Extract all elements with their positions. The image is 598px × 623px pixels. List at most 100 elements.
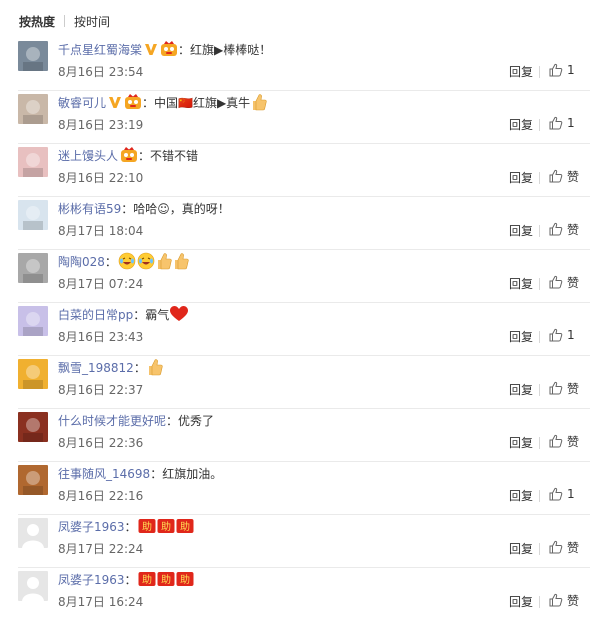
comment-content: 陶陶028：	[58, 251, 189, 271]
avatar[interactable]	[18, 465, 48, 495]
username-link[interactable]: 飘雪_198812	[58, 359, 134, 376]
action-divider	[539, 490, 540, 502]
comment-time: 8月17日 22:24	[58, 542, 144, 556]
comment-text: ：红旗加油。	[150, 466, 223, 481]
comment-item: 往事随风_14698 ：红旗加油。 8月16日 22:16 回复 1	[18, 462, 590, 515]
username-link[interactable]: 什么时候才能更好呢	[58, 412, 166, 429]
comment-content: 敏睿可儿 ：中国🇨🇳红旗▶真牛	[58, 92, 267, 112]
thumbs-up-icon	[549, 540, 567, 554]
like-button[interactable]: 赞	[549, 590, 579, 610]
reply-button[interactable]: 回复	[509, 381, 533, 398]
thumbs-up-icon	[549, 63, 567, 77]
like-button[interactable]: 赞	[549, 431, 579, 451]
svg-text:助: 助	[180, 520, 190, 533]
reply-button[interactable]: 回复	[509, 275, 533, 292]
thumbs-up-icon	[549, 593, 567, 607]
comment-item: 白菜的日常pp ：霸气 8月16日 23:43 回复 1	[18, 303, 590, 356]
reply-button[interactable]: 回复	[509, 328, 533, 345]
reply-button[interactable]: 回复	[509, 222, 533, 239]
thumbs-up-icon	[549, 487, 567, 501]
thumb-emoji-icon	[251, 93, 267, 111]
action-divider	[539, 225, 540, 237]
svg-text:助: 助	[161, 573, 171, 586]
like-count: 1	[567, 487, 575, 501]
comment-content: 什么时候才能更好呢 ：优秀了	[58, 410, 214, 430]
comment-time: 8月17日 16:24	[58, 595, 144, 609]
action-divider	[539, 278, 540, 290]
sort-bar: 按热度 按时间	[0, 0, 598, 38]
like-count: 1	[567, 328, 575, 342]
like-button[interactable]: 1	[549, 60, 575, 80]
like-count: 赞	[567, 593, 580, 608]
avatar[interactable]	[18, 200, 48, 230]
avatar[interactable]	[18, 306, 48, 336]
username-link[interactable]: 凤婆子1963	[58, 518, 125, 535]
sort-by-time-tab[interactable]: 按时间	[74, 13, 110, 30]
action-divider	[539, 543, 540, 555]
like-button[interactable]: 赞	[549, 378, 579, 398]
thumbs-up-icon	[549, 275, 567, 289]
thumbs-up-icon	[549, 328, 567, 342]
like-count: 赞	[567, 540, 580, 555]
like-button[interactable]: 赞	[549, 219, 579, 239]
reply-button[interactable]: 回复	[509, 116, 533, 133]
avatar[interactable]	[18, 412, 48, 442]
comment-time: 8月17日 18:04	[58, 224, 144, 238]
comment-text: ：	[133, 360, 146, 375]
username-link[interactable]: 凤婆子1963	[58, 571, 125, 588]
comment-list: 千点星红蜀海棠 ：红旗▶棒棒哒！ 8月16日 23:54 回复 1 敏睿可儿 ：中国🇨🇳红旗…	[0, 38, 598, 621]
comment-content: 迷上馒头人 ：不错不错	[58, 145, 198, 165]
comment-content: 凤婆子1963：助助助	[58, 516, 194, 536]
comment-text: ：	[124, 572, 137, 587]
comment-item: 凤婆子1963：助助助 8月17日 16:24 回复赞	[18, 568, 590, 621]
comment-time: 8月16日 23:54	[58, 65, 144, 79]
action-divider	[539, 331, 540, 343]
avatar[interactable]	[18, 147, 48, 177]
username-link[interactable]: 千点星红蜀海棠	[58, 41, 142, 58]
username-link[interactable]: 陶陶028	[58, 253, 105, 270]
comment-item: 敏睿可儿 ：中国🇨🇳红旗▶真牛 8月16日 23:19 回复 1	[18, 91, 590, 144]
like-count: 1	[567, 116, 575, 130]
username-link[interactable]: 敏睿可儿	[58, 94, 106, 111]
like-button[interactable]: 赞	[549, 166, 579, 186]
vip-fan-icon	[120, 147, 138, 163]
vip-fan-icon	[124, 94, 142, 110]
reply-button[interactable]: 回复	[509, 593, 533, 610]
sort-by-hot-tab[interactable]: 按热度	[19, 13, 55, 30]
like-button[interactable]: 1	[549, 113, 575, 133]
thumb-emoji-icon	[147, 358, 163, 376]
comment-content: 飘雪_198812：	[58, 357, 163, 377]
avatar[interactable]	[18, 571, 48, 601]
avatar[interactable]	[18, 359, 48, 389]
avatar[interactable]	[18, 518, 48, 548]
like-button[interactable]: 1	[549, 484, 575, 504]
reply-button[interactable]: 回复	[509, 63, 533, 80]
username-link[interactable]: 迷上馒头人	[58, 147, 118, 164]
reply-button[interactable]: 回复	[509, 540, 533, 557]
avatar[interactable]	[18, 253, 48, 283]
comment-text: ：中国🇨🇳红旗▶真牛	[142, 95, 251, 110]
username-link[interactable]: 往事随风_14698	[58, 465, 150, 482]
username-link[interactable]: 彬彬有语59	[58, 200, 121, 217]
avatar[interactable]	[18, 94, 48, 124]
thumb-emoji-icon	[173, 252, 189, 270]
comment-time: 8月16日 22:10	[58, 171, 144, 185]
action-divider	[539, 119, 540, 131]
like-button[interactable]: 赞	[549, 537, 579, 557]
reply-button[interactable]: 回复	[509, 434, 533, 451]
verified-v-icon	[108, 95, 122, 109]
reply-button[interactable]: 回复	[509, 487, 533, 504]
stamp-emoji-icon: 助	[138, 571, 156, 587]
like-count: 赞	[567, 381, 580, 396]
username-link[interactable]: 白菜的日常pp	[58, 306, 133, 323]
like-button[interactable]: 赞	[549, 272, 579, 292]
reply-button[interactable]: 回复	[509, 169, 533, 186]
comment-time: 8月16日 22:37	[58, 383, 144, 397]
avatar[interactable]	[18, 41, 48, 71]
comment-content: 凤婆子1963：助助助	[58, 569, 194, 589]
stamp-emoji-icon: 助	[138, 518, 156, 534]
stamp-emoji-icon: 助	[176, 571, 194, 587]
laugh-emoji-icon	[137, 252, 155, 270]
stamp-emoji-icon: 助	[157, 518, 175, 534]
like-button[interactable]: 1	[549, 325, 575, 345]
